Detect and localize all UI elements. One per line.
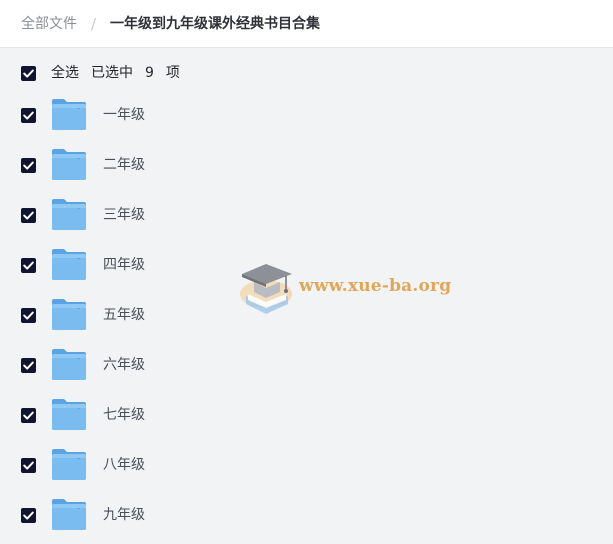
folder-row[interactable]: 九年级 bbox=[0, 495, 613, 544]
checkmark-icon bbox=[23, 111, 34, 120]
checkmark-icon bbox=[23, 261, 34, 270]
select-all-checkbox[interactable] bbox=[21, 66, 36, 81]
selected-count: 9 bbox=[145, 65, 154, 81]
watermark: www.xue-ba.org bbox=[236, 260, 451, 320]
folder-checkbox[interactable] bbox=[21, 158, 36, 173]
folder-name[interactable]: 九年级 bbox=[103, 505, 145, 525]
folder-name[interactable]: 六年级 bbox=[103, 355, 145, 375]
folder-row[interactable]: 八年级 bbox=[0, 445, 613, 495]
folder-name[interactable]: 三年级 bbox=[103, 205, 145, 225]
selected-prefix: 已选中 bbox=[91, 65, 133, 81]
checkmark-icon bbox=[23, 211, 34, 220]
folder-icon bbox=[51, 247, 87, 281]
checkmark-icon bbox=[23, 511, 34, 520]
folder-icon bbox=[51, 147, 87, 181]
folder-row[interactable]: 七年级 bbox=[0, 395, 613, 445]
folder-icon bbox=[51, 347, 87, 381]
folder-icon bbox=[51, 197, 87, 231]
breadcrumb-root-link[interactable]: 全部文件 bbox=[21, 14, 77, 34]
folder-row[interactable]: 三年级 bbox=[0, 195, 613, 245]
folder-checkbox[interactable] bbox=[21, 208, 36, 223]
folder-name[interactable]: 四年级 bbox=[103, 255, 145, 275]
checkmark-icon bbox=[23, 361, 34, 370]
checkmark-icon bbox=[23, 411, 34, 420]
folder-icon bbox=[51, 97, 87, 131]
graduation-cap-logo bbox=[240, 264, 292, 314]
folder-checkbox[interactable] bbox=[21, 108, 36, 123]
folder-name[interactable]: 七年级 bbox=[103, 405, 145, 425]
folder-checkbox[interactable] bbox=[21, 408, 36, 423]
folder-checkbox[interactable] bbox=[21, 258, 36, 273]
folder-name[interactable]: 二年级 bbox=[103, 155, 145, 175]
watermark-text: www.xue-ba.org bbox=[299, 276, 452, 296]
selection-summary: 全选 已选中 9 项 bbox=[51, 63, 180, 83]
folder-checkbox[interactable] bbox=[21, 358, 36, 373]
folder-row[interactable]: 一年级 bbox=[0, 95, 613, 145]
folder-checkbox[interactable] bbox=[21, 308, 36, 323]
breadcrumb: 全部文件 / 一年级到九年级课外经典书目合集 bbox=[0, 0, 613, 48]
folder-checkbox[interactable] bbox=[21, 508, 36, 523]
folder-row[interactable]: 二年级 bbox=[0, 145, 613, 195]
folder-row[interactable]: 六年级 bbox=[0, 345, 613, 395]
checkmark-icon bbox=[23, 461, 34, 470]
folder-name[interactable]: 五年级 bbox=[103, 305, 145, 325]
select-all-label[interactable]: 全选 bbox=[51, 65, 79, 81]
folder-icon bbox=[51, 447, 87, 481]
selected-suffix: 项 bbox=[165, 65, 180, 81]
folder-icon bbox=[51, 397, 87, 431]
checkmark-icon bbox=[23, 69, 34, 78]
folder-icon bbox=[51, 497, 87, 531]
checkmark-icon bbox=[23, 311, 34, 320]
folder-name[interactable]: 一年级 bbox=[103, 105, 145, 125]
file-browser: 全部文件 / 一年级到九年级课外经典书目合集 全选 已选中 9 项 一年级二年级三年级… bbox=[0, 0, 613, 544]
breadcrumb-current: 一年级到九年级课外经典书目合集 bbox=[110, 16, 320, 32]
folder-checkbox[interactable] bbox=[21, 458, 36, 473]
folder-icon bbox=[51, 297, 87, 331]
checkmark-icon bbox=[23, 161, 34, 170]
folder-name[interactable]: 八年级 bbox=[103, 455, 145, 475]
breadcrumb-separator: / bbox=[91, 15, 97, 33]
